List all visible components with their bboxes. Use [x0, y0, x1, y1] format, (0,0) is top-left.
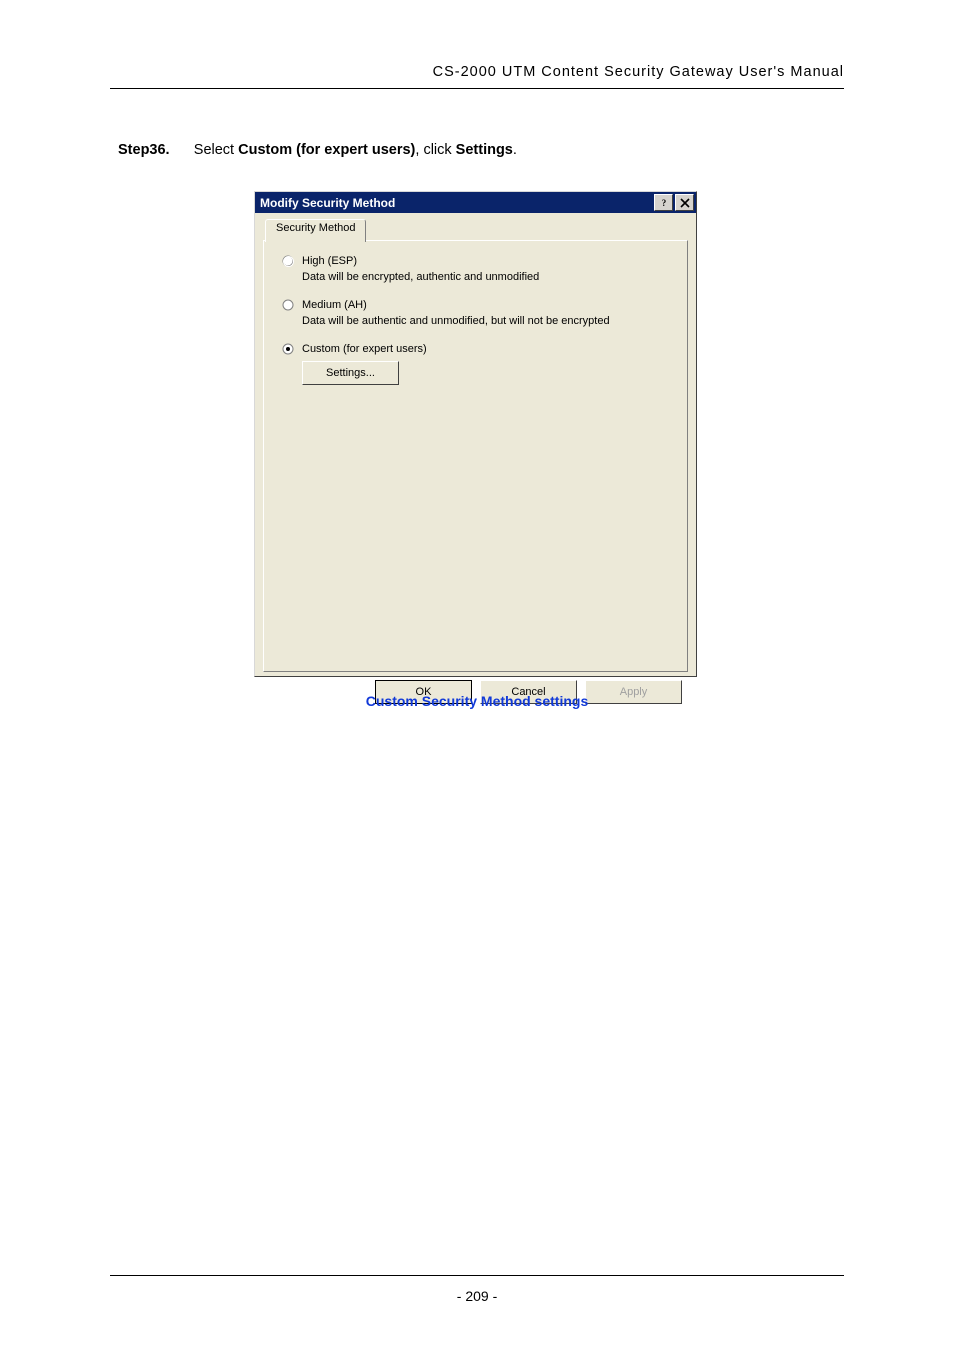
- radio-custom-label: Custom (for expert users): [302, 343, 427, 355]
- figure-caption: Custom Security Method settings: [0, 693, 954, 709]
- radio-high[interactable]: [282, 255, 294, 267]
- tab-strip: Security Method: [263, 219, 688, 241]
- radio-custom-group: Custom (for expert users) Settings...: [282, 343, 669, 385]
- doc-header: CS-2000 UTM Content Security Gateway Use…: [110, 64, 844, 80]
- radio-high-label: High (ESP): [302, 255, 357, 267]
- radio-medium[interactable]: [282, 299, 294, 311]
- radio-medium-group: Medium (AH) Data will be authentic and u…: [282, 299, 669, 327]
- step-bold2: Settings: [456, 142, 513, 158]
- dialog-titlebar[interactable]: Modify Security Method ?: [255, 192, 696, 213]
- radio-high-group: High (ESP) Data will be encrypted, authe…: [282, 255, 669, 283]
- step-prefix: Select: [194, 142, 238, 158]
- settings-button[interactable]: Settings...: [302, 361, 399, 385]
- radio-medium-label: Medium (AH): [302, 299, 367, 311]
- tab-panel: High (ESP) Data will be encrypted, authe…: [263, 240, 688, 672]
- radio-medium-desc: Data will be authentic and unmodified, b…: [302, 315, 669, 327]
- tab-security-method[interactable]: Security Method: [265, 219, 366, 242]
- radio-custom[interactable]: [282, 343, 294, 355]
- footer-rule: [110, 1275, 844, 1276]
- dialog-title: Modify Security Method: [260, 196, 395, 210]
- help-icon[interactable]: ?: [654, 194, 673, 211]
- header-rule: [110, 88, 844, 89]
- modify-security-method-dialog: Modify Security Method ? Security Method: [254, 191, 697, 677]
- step-instruction: Step36. Select Custom (for expert users)…: [118, 142, 517, 158]
- step-mid: , click: [415, 142, 455, 158]
- close-icon[interactable]: [675, 194, 694, 211]
- radio-high-desc: Data will be encrypted, authentic and un…: [302, 271, 669, 283]
- step-bold1: Custom (for expert users): [238, 142, 415, 158]
- svg-text:?: ?: [661, 198, 666, 208]
- window-buttons: ?: [654, 194, 694, 211]
- page-number: - 209 -: [0, 1288, 954, 1304]
- step-suffix: .: [513, 142, 517, 158]
- step-id: Step36.: [118, 142, 170, 158]
